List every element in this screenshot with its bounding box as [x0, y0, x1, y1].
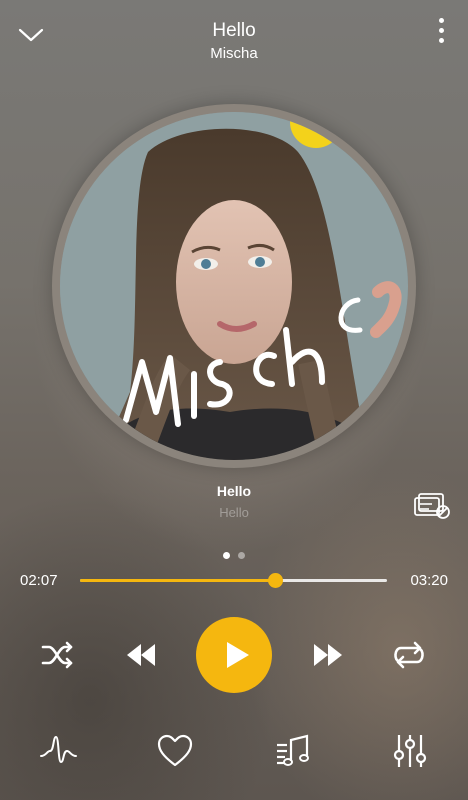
album-art[interactable] [60, 112, 408, 460]
music-queue-icon [277, 734, 309, 766]
song-title: Hello [212, 20, 256, 41]
chevron-down-icon[interactable] [18, 26, 44, 44]
equalizer-button[interactable] [390, 731, 430, 771]
shuffle-button[interactable] [37, 635, 77, 675]
track-caption: Hello Hello [0, 483, 468, 520]
rewind-icon [127, 644, 155, 666]
waveform-icon [40, 735, 77, 764]
favorite-button[interactable] [155, 731, 195, 771]
visualizer-button[interactable] [38, 731, 78, 771]
more-vertical-icon[interactable] [436, 18, 446, 54]
next-button[interactable] [308, 635, 348, 675]
caption-title: Hello [216, 483, 252, 499]
play-button[interactable] [196, 617, 272, 693]
top-bar: Hello Mischa [0, 0, 468, 80]
equalizer-icon [393, 735, 427, 767]
playlist-button[interactable] [273, 731, 313, 771]
album-art-frame [52, 104, 416, 468]
play-icon [227, 642, 249, 668]
repeat-button[interactable] [389, 635, 429, 675]
seek-bar[interactable] [80, 573, 387, 588]
total-time: 03:20 [410, 572, 448, 589]
artist-name: Mischa [210, 45, 258, 62]
pager-dots[interactable] [0, 546, 468, 564]
previous-button[interactable] [121, 635, 161, 675]
lyrics-off-icon[interactable] [414, 492, 452, 520]
seek-bar-fill [80, 579, 275, 582]
heart-icon [157, 734, 193, 767]
pager-dot-2[interactable] [238, 552, 245, 559]
pager-dot-1[interactable] [223, 552, 230, 559]
fast-forward-icon [314, 644, 342, 666]
caption-subtitle: Hello [219, 505, 249, 520]
repeat-icon [394, 641, 424, 669]
seek-thumb[interactable] [267, 573, 283, 588]
album-art-image [60, 112, 408, 460]
now-playing-header: Hello Mischa [84, 20, 384, 64]
shuffle-icon [41, 641, 73, 669]
current-time: 02:07 [20, 572, 58, 589]
